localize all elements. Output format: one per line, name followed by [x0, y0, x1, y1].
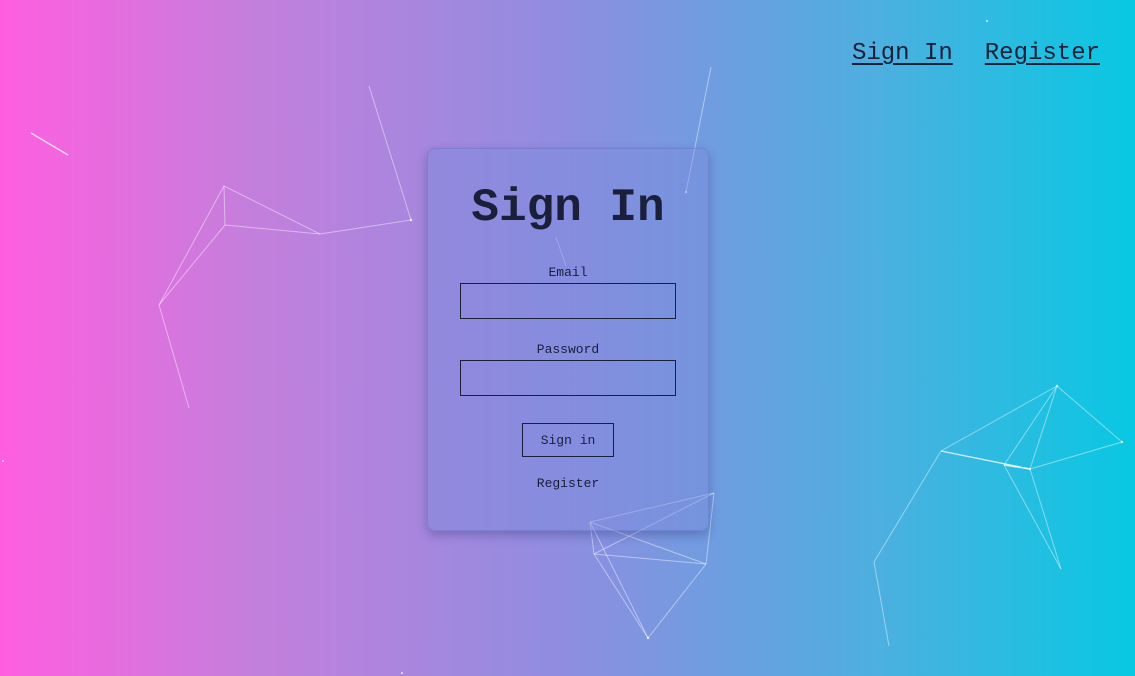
nav-register-link[interactable]: Register: [985, 40, 1100, 67]
sign-in-button[interactable]: Sign in: [522, 423, 614, 457]
sign-in-card: Sign In Email Password Sign in Register: [427, 148, 709, 531]
top-navigation: Sign In Register: [852, 40, 1100, 67]
email-label: Email: [548, 265, 588, 280]
nav-sign-in-link[interactable]: Sign In: [852, 40, 953, 67]
email-field[interactable]: [460, 283, 676, 319]
password-label: Password: [536, 342, 600, 357]
register-link[interactable]: Register: [537, 476, 599, 491]
page-title: Sign In: [471, 182, 665, 234]
password-field[interactable]: [460, 360, 676, 396]
